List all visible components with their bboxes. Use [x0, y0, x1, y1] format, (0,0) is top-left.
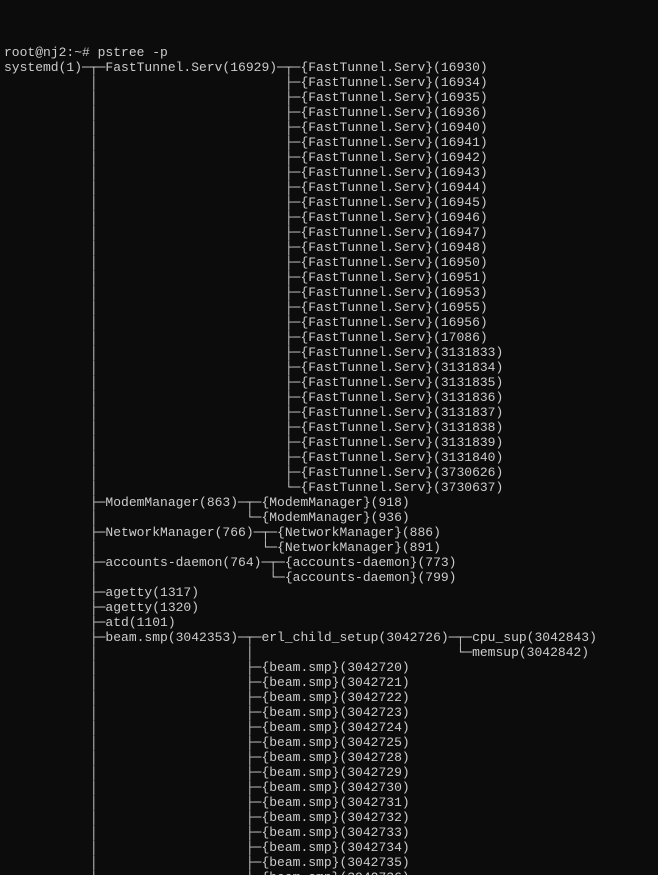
terminal-output: root@nj2:~# pstree -p systemd(1)─┬─FastT…	[0, 43, 658, 875]
